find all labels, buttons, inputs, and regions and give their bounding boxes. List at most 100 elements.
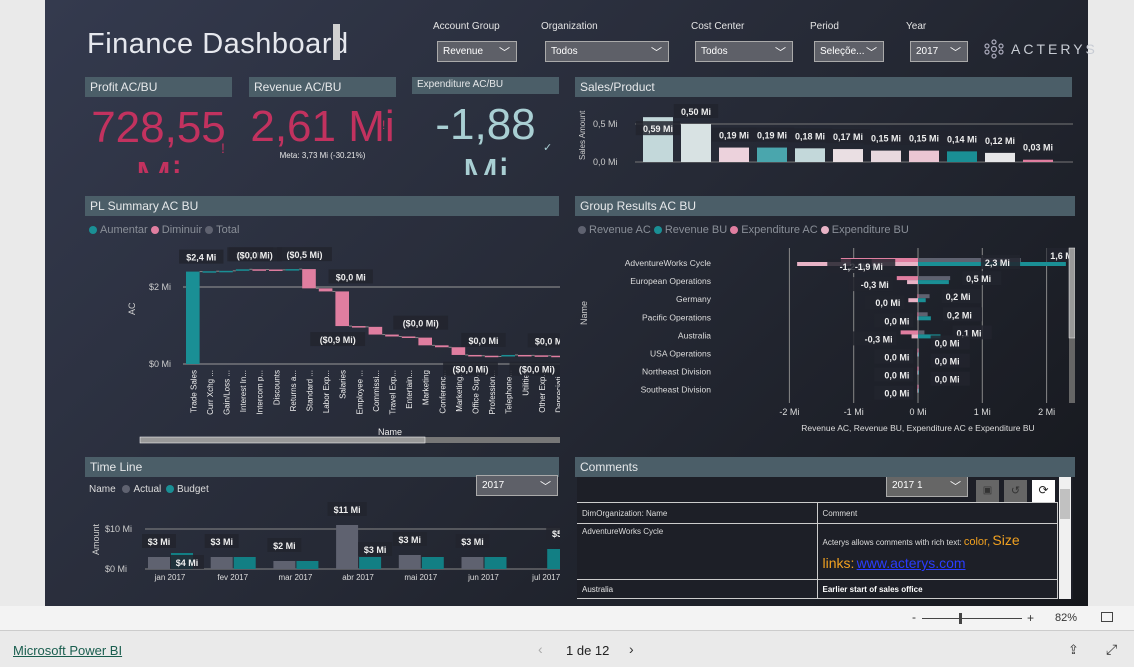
x-tick-label: Marketing... xyxy=(455,370,464,412)
category-label: USA Operations xyxy=(650,349,711,359)
legend-item[interactable]: Expenditure BU xyxy=(820,224,909,236)
next-page-icon[interactable]: › xyxy=(629,641,634,657)
bar-revenue-ac xyxy=(918,294,930,299)
data-label: 0,14 Mi xyxy=(947,134,977,144)
data-label: ($0,5 Mi) xyxy=(286,250,322,260)
data-label: $3 Mi xyxy=(461,537,484,547)
filter-select-period[interactable]: Seleçõe... ﹀ xyxy=(814,41,884,62)
refresh-icon: ⟳ xyxy=(1038,483,1049,497)
row-comment[interactable]: Earlier start of sales office xyxy=(816,579,1058,599)
waterfall-bar xyxy=(269,269,283,271)
power-bi-link[interactable]: Microsoft Power BI xyxy=(13,643,122,658)
comment-text: Acterys allows comments with rich text: xyxy=(822,538,964,547)
bar-actual xyxy=(336,525,359,569)
legend-aumentar[interactable]: Aumentar xyxy=(89,224,148,236)
data-label: 0,0 Mi xyxy=(884,389,909,399)
x-tick-label: Intercom p... xyxy=(256,370,265,414)
scrollbar-thumb xyxy=(139,436,426,444)
acterys-logo-icon xyxy=(984,39,1004,59)
pl-legend: Aumentar Diminuir Total xyxy=(89,224,239,236)
comments-scrollbar[interactable] xyxy=(1059,477,1071,599)
scrollbar-thumb xyxy=(1068,247,1075,339)
legend-dot-icon xyxy=(205,226,214,234)
data-label: ($0,0 Mi) xyxy=(237,250,273,260)
x-tick-label: Employee ... xyxy=(355,370,364,414)
data-label: 0,17 Mi xyxy=(833,132,863,142)
row-name: AdventureWorks Cycle xyxy=(577,523,818,580)
filter-select-organization[interactable]: Todos ﹀ xyxy=(545,41,669,62)
filter-select-year[interactable]: 2017 ﹀ xyxy=(910,41,968,62)
fullscreen-icon[interactable]: ⤢ xyxy=(1106,641,1117,658)
y-axis-title: Sales Amount xyxy=(578,110,587,160)
data-label: -0,3 Mi xyxy=(861,280,889,290)
data-label: 0,15 Mi xyxy=(871,134,901,144)
acterys-logo: ACTERYS xyxy=(983,38,1098,60)
legend-item[interactable]: Expenditure AC xyxy=(730,224,821,236)
x-tick-label: Commissi... xyxy=(372,370,381,412)
legend-budget[interactable]: Budget xyxy=(177,484,209,495)
brand-name: ACTERYS xyxy=(1011,41,1098,57)
undo-button[interactable]: ↺ xyxy=(1004,480,1027,502)
category-label: Southeast Division xyxy=(641,385,712,395)
data-label: 0,50 Mi xyxy=(681,107,711,117)
page-title: Finance Dashboard xyxy=(87,28,349,60)
y-axis-title: AC xyxy=(127,302,137,315)
time-line-legend: Name Actual Budget xyxy=(89,484,209,495)
kpi-profit-unit: Mi xyxy=(135,153,181,173)
comment-link[interactable]: www.acterys.com xyxy=(857,555,966,571)
x-tick-label: 2 Mi xyxy=(1038,407,1055,417)
x-tick-label: mai 2017 xyxy=(404,573,437,582)
bar-expenditure-ac xyxy=(917,348,919,353)
comments-period-select[interactable]: 2017 1 ﹀ xyxy=(886,477,968,497)
filter-select-account-group[interactable]: Revenue ﹀ xyxy=(437,41,517,62)
filter-select-cost-center[interactable]: Todos ﹀ xyxy=(695,41,793,62)
category-label: Northeast Division xyxy=(642,367,711,377)
row-comment[interactable]: Acterys allows comments with rich text: … xyxy=(816,523,1058,580)
legend-label: Revenue AC xyxy=(589,224,651,236)
legend-item[interactable]: Revenue AC xyxy=(578,224,654,236)
data-label: 0,59 Mi xyxy=(643,124,673,134)
chevron-down-icon: ﹀ xyxy=(775,47,786,59)
kpi-expenditure-check-icon: ✓ xyxy=(543,142,553,154)
pl-waterfall-chart: AC $0 Mi $2 Mi Trade Sales Curr Xchg ... Gain… xyxy=(127,247,560,444)
fit-to-page-icon[interactable] xyxy=(1101,612,1113,622)
bar xyxy=(833,149,863,162)
legend-diminuir[interactable]: Diminuir xyxy=(150,224,202,236)
legend-total[interactable]: Total xyxy=(205,224,239,236)
zoom-in-button[interactable]: + xyxy=(1027,611,1034,625)
category-label: AdventureWorks Cycle xyxy=(625,258,712,268)
comments-table: DimOrganization: Name Comment AdventureWo… xyxy=(577,502,1058,599)
time-line-year-select[interactable]: 2017 ﹀ xyxy=(476,475,558,496)
legend-label: Aumentar xyxy=(100,224,148,236)
zoom-slider[interactable] xyxy=(922,618,1022,619)
x-tick-label: mar 2017 xyxy=(279,573,313,582)
share-icon[interactable]: ⇪ xyxy=(1068,642,1079,658)
filter-label: Period xyxy=(810,21,839,32)
x-tick-label: jun 2017 xyxy=(467,573,499,582)
data-label: 0,2 Mi xyxy=(946,292,971,302)
data-label: 0,0 Mi xyxy=(884,371,909,381)
x-tick-label: Conferenc... xyxy=(438,370,447,414)
waterfall-bar xyxy=(435,345,449,348)
kpi-expenditure-header: Expenditure AC/BU xyxy=(412,77,559,94)
prev-page-icon[interactable]: ‹ xyxy=(538,641,543,657)
data-label: 0,19 Mi xyxy=(719,131,749,141)
legend-dot-icon xyxy=(578,226,586,234)
legend-item[interactable]: Revenue BU xyxy=(653,224,730,236)
y-tick-label: $10 Mi xyxy=(105,524,132,534)
scrollbar-thumb[interactable] xyxy=(1060,489,1070,519)
comment-color-word: color, xyxy=(963,536,991,548)
bar-revenue-bu xyxy=(918,280,949,285)
data-label: -1,9 Mi xyxy=(855,262,883,272)
x-tick-label: jan 2017 xyxy=(154,573,186,582)
zoom-out-button[interactable]: - xyxy=(912,610,916,624)
bar-revenue-ac xyxy=(918,276,951,281)
save-button[interactable]: ▣ xyxy=(976,480,999,502)
refresh-button[interactable]: ⟳ xyxy=(1032,480,1055,502)
kpi-profit-value: 728,55Mi xyxy=(85,103,232,173)
bar-revenue-ac xyxy=(918,312,928,317)
waterfall-bar xyxy=(418,337,432,346)
data-label: 0,0 Mi xyxy=(935,339,960,349)
zoom-slider-handle[interactable] xyxy=(959,613,962,624)
legend-actual[interactable]: Actual xyxy=(133,484,161,495)
